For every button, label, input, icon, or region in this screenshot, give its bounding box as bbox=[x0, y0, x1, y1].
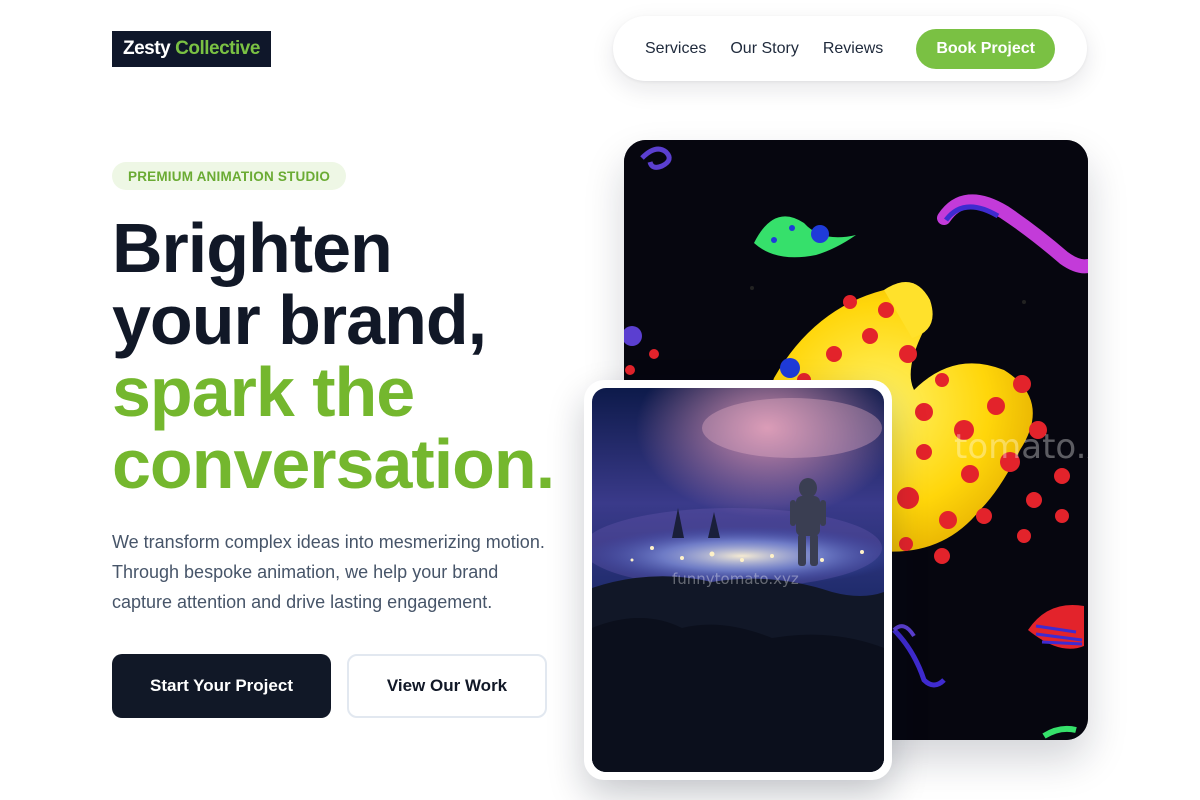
landing-page: Zesty Collective Services Our Story Revi… bbox=[0, 0, 1200, 800]
nav-item-our-story[interactable]: Our Story bbox=[730, 40, 798, 58]
brand-logo[interactable]: Zesty Collective bbox=[112, 31, 271, 67]
description-line: capture attention and drive lasting enga… bbox=[112, 592, 493, 612]
view-work-button[interactable]: View Our Work bbox=[347, 654, 547, 718]
astronaut-photo: funnytomato.xyz bbox=[592, 388, 884, 772]
hero-badge: PREMIUM ANIMATION STUDIO bbox=[112, 162, 347, 190]
nav-item-services[interactable]: Services bbox=[645, 40, 706, 58]
start-project-button[interactable]: Start Your Project bbox=[112, 654, 331, 718]
hero-image-photo-frame: funnytomato.xyz bbox=[584, 380, 892, 780]
hero-headline: Brighten your brand, spark the conversat… bbox=[112, 209, 555, 503]
headline-line-1: Brighten bbox=[112, 209, 393, 287]
nav-item-reviews[interactable]: Reviews bbox=[823, 40, 883, 58]
description-line: We transform complex ideas into mesmeriz… bbox=[112, 532, 545, 552]
hero-image-astronaut: funnytomato.xyz bbox=[592, 388, 884, 772]
headline-line-3: spark the bbox=[112, 353, 415, 431]
main-nav: Services Our Story Reviews Book Project bbox=[613, 16, 1087, 81]
hero-description: We transform complex ideas into mesmeriz… bbox=[112, 527, 592, 617]
small-image-watermark: funnytomato.xyz bbox=[672, 570, 799, 588]
headline-line-4: conversation. bbox=[112, 425, 555, 503]
description-line: Through bespoke animation, we help your … bbox=[112, 562, 499, 582]
brand-name-part2: Collective bbox=[175, 38, 260, 59]
brand-name-part1: Zesty bbox=[123, 38, 171, 59]
book-project-button[interactable]: Book Project bbox=[916, 28, 1055, 69]
large-image-watermark: tomato.xyz bbox=[954, 427, 1088, 467]
headline-line-2: your brand, bbox=[112, 281, 487, 359]
